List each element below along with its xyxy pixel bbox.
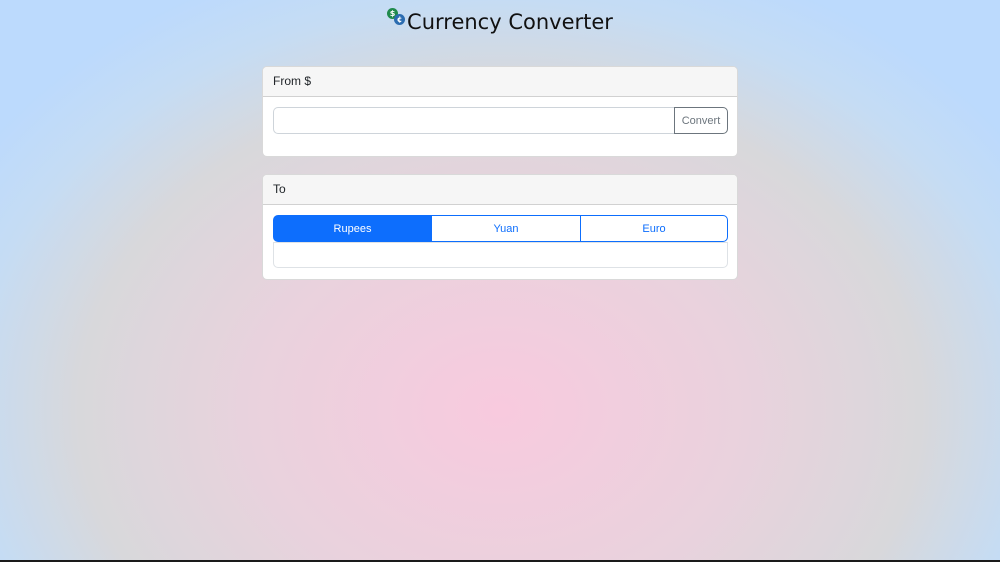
amount-input[interactable] bbox=[273, 107, 674, 134]
convert-button[interactable]: Convert bbox=[674, 107, 728, 134]
yuan-button[interactable]: Yuan bbox=[431, 215, 581, 242]
to-card: To Rupees Yuan Euro bbox=[262, 174, 738, 280]
title-row: $ ¢ Currency Converter bbox=[0, 6, 1000, 38]
rupees-button[interactable]: Rupees bbox=[273, 215, 432, 242]
cent-coin-icon: ¢ bbox=[394, 14, 406, 25]
euro-button[interactable]: Euro bbox=[580, 215, 728, 242]
currency-button-group: Rupees Yuan Euro bbox=[273, 215, 728, 242]
from-card-header: From $ bbox=[263, 67, 737, 97]
conversion-result bbox=[273, 242, 728, 268]
page-title: Currency Converter bbox=[407, 10, 613, 34]
from-card: From $ Convert bbox=[262, 66, 738, 157]
currency-coins-icon: $ ¢ bbox=[387, 8, 406, 26]
to-card-header: To bbox=[263, 175, 737, 205]
amount-input-group: Convert bbox=[273, 107, 728, 134]
